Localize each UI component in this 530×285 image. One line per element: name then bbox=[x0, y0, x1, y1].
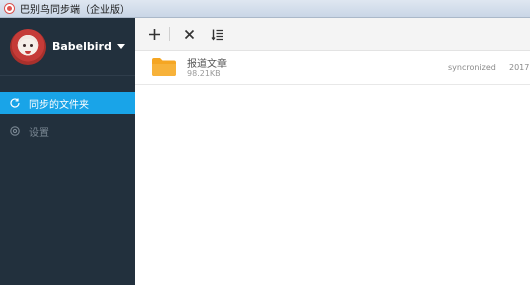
toolbar bbox=[135, 18, 530, 51]
folder-icon bbox=[152, 58, 176, 76]
avatar-eye bbox=[23, 44, 26, 47]
title-bar[interactable]: 巴别鸟同步端（企业版） bbox=[0, 0, 530, 18]
file-name[interactable]: 报道文章 bbox=[187, 55, 227, 70]
sidebar-item-settings[interactable]: 设置 bbox=[0, 120, 135, 142]
sync-icon bbox=[9, 97, 21, 109]
close-icon bbox=[184, 29, 194, 39]
toolbar-divider bbox=[169, 27, 170, 41]
list-sort-icon bbox=[211, 29, 223, 40]
profile-header[interactable]: Babelbird bbox=[0, 18, 135, 76]
gear-icon bbox=[9, 125, 21, 137]
file-row[interactable]: 报道文章 98.21KB syncronized 2017 bbox=[135, 51, 530, 85]
sidebar-item-label: 同步的文件夹 bbox=[29, 99, 89, 111]
sidebar-item-synced-folders[interactable]: 同步的文件夹 bbox=[0, 92, 135, 114]
account-menu[interactable]: Babelbird bbox=[52, 40, 125, 53]
file-date: 2017 bbox=[509, 63, 530, 72]
sidebar-item-label: 设置 bbox=[29, 127, 49, 139]
username[interactable]: Babelbird bbox=[52, 40, 112, 53]
caret-down-icon[interactable] bbox=[116, 44, 125, 49]
window-title: 巴别鸟同步端（企业版） bbox=[20, 5, 130, 16]
plus-icon bbox=[148, 28, 160, 40]
file-size: 98.21KB bbox=[187, 69, 221, 78]
sync-status: syncronized bbox=[448, 63, 496, 72]
sort-button[interactable] bbox=[204, 21, 230, 47]
avatar-eye bbox=[30, 44, 33, 47]
add-button[interactable] bbox=[141, 21, 167, 47]
sidebar: Babelbird 同步的文件夹 设置 bbox=[0, 18, 135, 285]
remove-button[interactable] bbox=[176, 21, 202, 47]
app-logo-icon bbox=[4, 3, 15, 14]
avatar[interactable] bbox=[10, 29, 46, 65]
